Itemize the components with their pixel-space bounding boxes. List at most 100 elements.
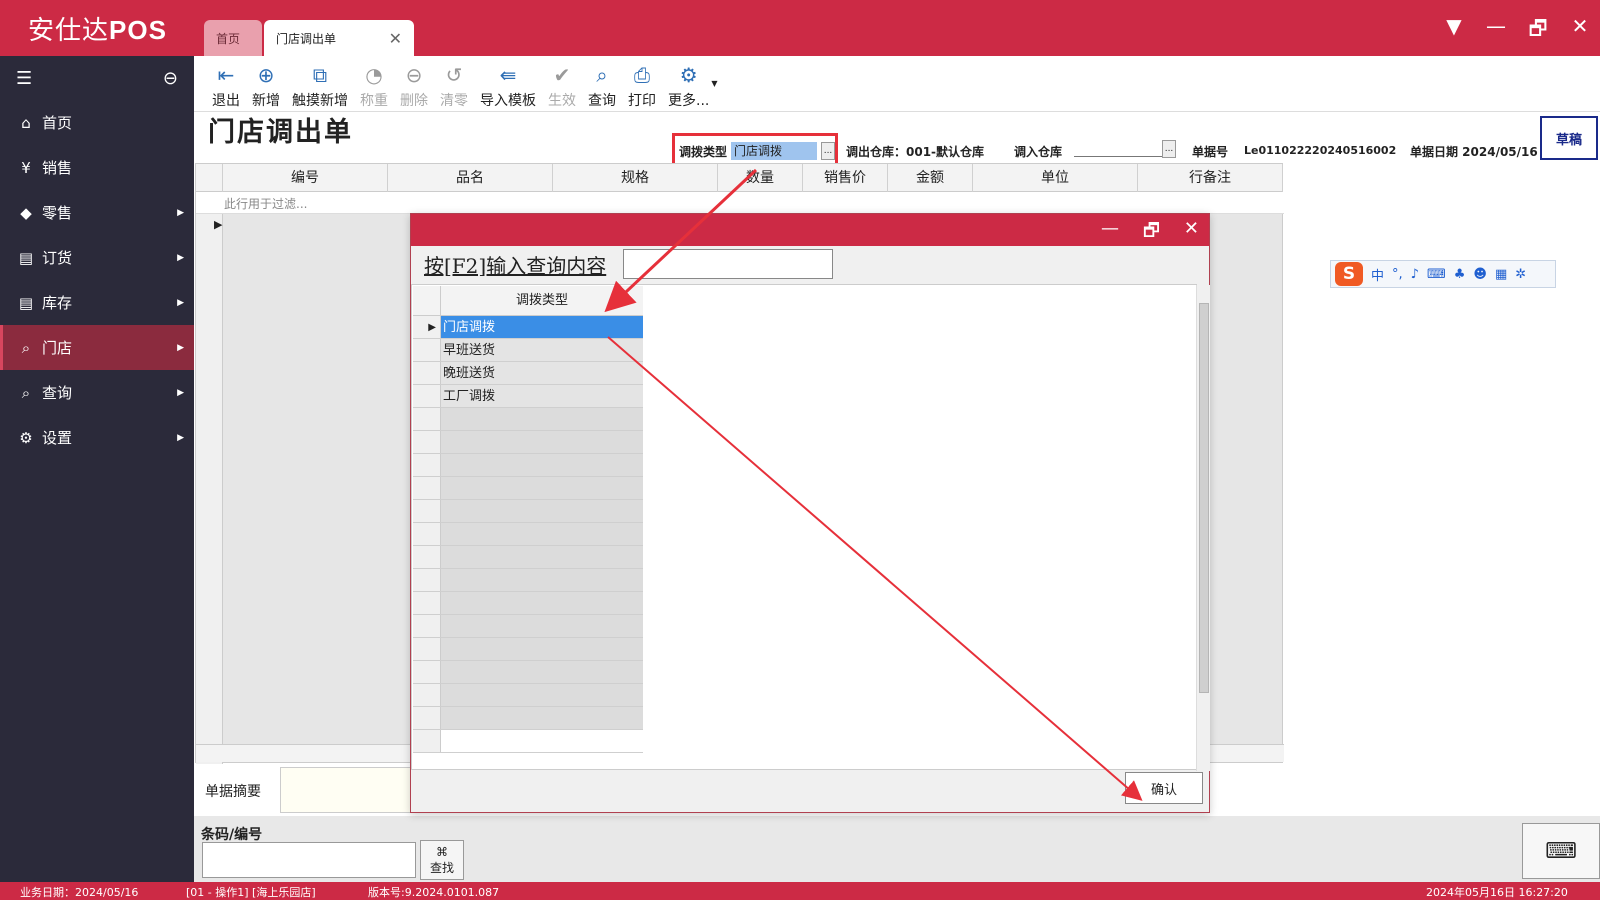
sidebar-item-query[interactable]: ⌕ 查询 ▶ — [0, 370, 194, 415]
find-label: 查找 — [429, 860, 454, 875]
robot-icon[interactable]: ☻ — [1473, 267, 1487, 282]
list-item[interactable]: 工厂调拨 — [413, 385, 643, 408]
import-template-button[interactable]: ⇚ 导入模板 — [474, 56, 542, 110]
new-label: 新增 — [252, 93, 280, 109]
dialog-title-bar: — 🗗 ✕ — [411, 214, 1209, 246]
empty-cell — [441, 523, 643, 545]
clear-button[interactable]: ↺ 清零 — [434, 56, 474, 110]
col-qty[interactable]: 数量 — [718, 164, 803, 192]
tab-transfer-out[interactable]: 门店调出单 ✕ — [264, 20, 414, 56]
col-amount[interactable]: 金额 — [888, 164, 973, 192]
row-header — [413, 615, 441, 637]
version: 版本号:9.2024.0101.087 — [368, 886, 500, 899]
confirm-button[interactable]: 确认 — [1125, 772, 1203, 804]
dialog-prompt: 按[F2]输入查询内容 — [424, 254, 607, 278]
new-row — [413, 730, 643, 753]
effective-button[interactable]: ✔ 生效 — [542, 56, 582, 110]
list-item[interactable]: 早班送货 — [413, 339, 643, 362]
chevron-right-icon: ▶ — [177, 342, 184, 353]
keyboard-icon[interactable]: ⌨ — [1427, 267, 1446, 282]
col-name[interactable]: 品名 — [388, 164, 553, 192]
tag-icon: ◆ — [20, 203, 32, 222]
print-button[interactable]: ⎙ 打印 — [622, 56, 662, 110]
col-remark[interactable]: 行备注 — [1138, 164, 1283, 192]
list-item-label[interactable]: 早班送货 — [441, 339, 643, 361]
query-button[interactable]: ⌕ 查询 — [582, 56, 622, 110]
empty-cell — [441, 500, 643, 522]
sidebar-item-home[interactable]: ⌂ 首页 — [0, 100, 194, 145]
dropdown-icon[interactable]: ▼ — [1444, 14, 1464, 48]
sidebar-item-inventory[interactable]: ▤ 库存 ▶ — [0, 280, 194, 325]
transfer-type-input[interactable]: 门店调拨 — [731, 142, 817, 160]
list-item-label[interactable]: 晚班送货 — [441, 362, 643, 384]
ime-punct[interactable]: °, — [1392, 267, 1403, 282]
sidebar: ☰ ⊖ ⌂ 首页 ¥ 销售 ◆ 零售 ▶ ▤ 订货 ▶ ▤ 库存 ▶ ⌕ 门店 ▶ ⌕ 查询 ▶ ⚙ 设置… — [0, 56, 194, 882]
tab-home[interactable]: 首页 — [204, 20, 262, 56]
barcode-input[interactable] — [202, 842, 416, 878]
scrollbar-thumb[interactable] — [1199, 303, 1209, 693]
collapse-icon[interactable]: ⊖ — [163, 68, 178, 89]
restore-icon[interactable]: 🗗 — [1528, 14, 1548, 48]
col-transfer-type[interactable]: 调拨类型 — [441, 286, 643, 315]
effective-label: 生效 — [548, 93, 576, 109]
weigh-button[interactable]: ◔ 称重 — [354, 56, 394, 110]
in-warehouse-input[interactable] — [1074, 156, 1174, 157]
transfer-type-picker-button[interactable]: ... — [821, 142, 835, 160]
sidebar-item-sales[interactable]: ¥ 销售 — [0, 145, 194, 190]
business-date: 业务日期：2024/05/16 — [20, 886, 139, 899]
empty-cell — [441, 431, 643, 453]
list-item[interactable]: 晚班送货 — [413, 362, 643, 385]
keyboard-button[interactable]: ⌨ — [1522, 823, 1600, 879]
minimize-icon[interactable]: — — [1486, 14, 1506, 48]
menu-icon[interactable]: ☰ — [16, 68, 32, 89]
ime-toolbar[interactable]: S 中 °, ♪ ⌨ ♣ ☻ ▦ ✲ — [1330, 260, 1556, 288]
col-unit[interactable]: 单位 — [973, 164, 1138, 192]
dialog-close-icon[interactable]: ✕ — [1184, 218, 1199, 248]
list-item[interactable]: ▶ 门店调拨 — [413, 316, 643, 339]
dialog-search-input[interactable] — [623, 249, 833, 279]
in-warehouse-picker-button[interactable]: ... — [1162, 140, 1176, 158]
close-icon[interactable]: ✕ — [1570, 14, 1590, 48]
sidebar-item-settings[interactable]: ⚙ 设置 ▶ — [0, 415, 194, 460]
settings-icon[interactable]: ✲ — [1515, 267, 1526, 282]
sidebar-item-order[interactable]: ▤ 订货 ▶ — [0, 235, 194, 280]
brand-bold: POS — [109, 15, 167, 45]
page-title: 门店调出单 — [208, 117, 353, 148]
empty-cell — [441, 546, 643, 568]
new-button[interactable]: ⊕ 新增 — [246, 56, 286, 110]
more-button[interactable]: ⚙ 更多... — [662, 56, 715, 110]
sidebar-item-store[interactable]: ⌕ 门店 ▶ — [0, 325, 194, 370]
list-item-label[interactable]: 工厂调拨 — [441, 385, 643, 407]
filter-row[interactable]: 此行用于过滤... — [196, 192, 1284, 214]
touch-new-button[interactable]: ⧉ 触摸新增 — [286, 56, 354, 110]
ime-lang[interactable]: 中 — [1371, 265, 1384, 284]
skin-icon[interactable]: ♣ — [1454, 267, 1466, 282]
tab-close-icon[interactable]: ✕ — [389, 29, 402, 48]
sidebar-item-label: 销售 — [42, 159, 73, 177]
exit-button[interactable]: ⇤ 退出 — [206, 56, 246, 110]
col-price[interactable]: 销售价 — [803, 164, 888, 192]
row-header — [413, 454, 441, 476]
col-spec[interactable]: 规格 — [553, 164, 718, 192]
dialog-vertical-scrollbar[interactable] — [1196, 285, 1210, 771]
sidebar-item-retail[interactable]: ◆ 零售 ▶ — [0, 190, 194, 235]
dialog-minimize-icon[interactable]: — — [1101, 218, 1119, 248]
find-button[interactable]: ⌘ 查找 — [420, 840, 464, 880]
sidebar-item-label: 查询 — [42, 384, 73, 402]
list-item-label[interactable]: 门店调拨 — [441, 316, 643, 338]
apps-icon[interactable]: ▦ — [1495, 267, 1507, 282]
empty-row — [413, 408, 643, 431]
caret-down-icon[interactable]: ▼ — [711, 79, 717, 88]
microphone-icon[interactable]: ♪ — [1411, 267, 1419, 282]
row-header — [413, 500, 441, 522]
clear-label: 清零 — [440, 93, 468, 109]
dialog-restore-icon[interactable]: 🗗 — [1143, 218, 1160, 248]
toolbar: ⇤ 退出 ⊕ 新增 ⧉ 触摸新增 ◔ 称重 ⊖ 删除 ↺ 清零 ⇚ 导入模板 ✔ 生效 ⌕ 查询 … — [194, 56, 1600, 112]
col-code[interactable]: 编号 — [223, 164, 388, 192]
row-header — [413, 431, 441, 453]
empty-cell — [441, 638, 643, 660]
filter-placeholder: 此行用于过滤... — [224, 197, 308, 211]
delete-button[interactable]: ⊖ 删除 — [394, 56, 434, 110]
brand-text: 安仕达 — [28, 16, 110, 46]
print-label: 打印 — [628, 93, 656, 109]
